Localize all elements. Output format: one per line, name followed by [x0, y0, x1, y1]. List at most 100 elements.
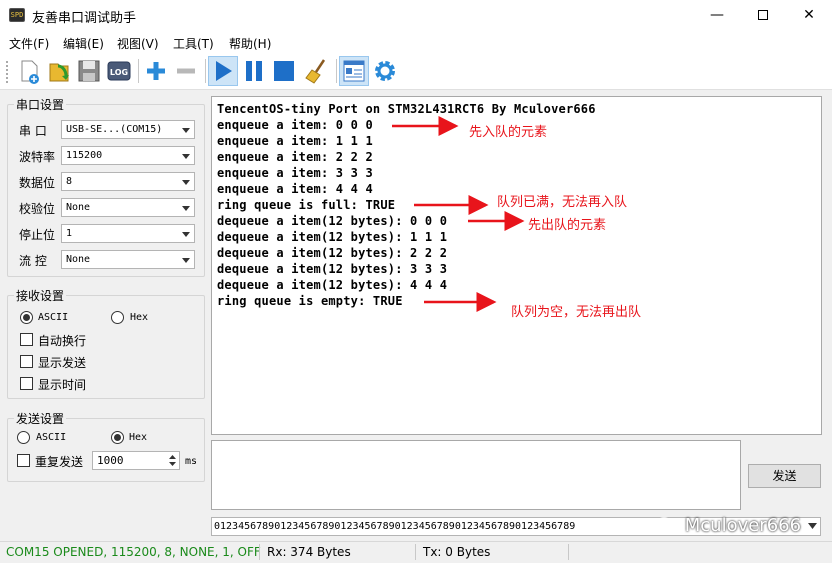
- play-icon: [216, 61, 232, 81]
- interval-value: 1000: [97, 454, 124, 467]
- send-settings-group: 发送设置: [7, 410, 205, 482]
- send-hex-label: Hex: [129, 432, 148, 443]
- send-button[interactable]: 发送: [748, 464, 821, 488]
- stopbits-label: 停止位: [19, 228, 56, 242]
- repeat-send-checkbox[interactable]: [17, 454, 30, 467]
- spin-arrows-icon[interactable]: [167, 453, 178, 468]
- clear-broom-icon: [305, 59, 326, 84]
- maximize-icon: [758, 10, 768, 20]
- send-settings-title: 发送设置: [14, 410, 67, 427]
- save-icon: [78, 60, 100, 82]
- send-ascii-radio[interactable]: [17, 431, 30, 444]
- port-select[interactable]: USB-SE...(COM15): [61, 120, 195, 139]
- app-icon: SPD: [9, 8, 25, 22]
- stopbits-select[interactable]: 1: [61, 224, 195, 243]
- toolbar-grip: [6, 61, 10, 83]
- menu-edit[interactable]: 编辑(E): [63, 35, 104, 52]
- pause-icon: [246, 61, 262, 81]
- annotation-text: 先出队的元素: [528, 218, 607, 233]
- chevron-down-icon: [178, 225, 194, 242]
- toolbar-separator: [138, 59, 139, 83]
- toolbar-separator: [336, 59, 337, 83]
- status-divider: [415, 544, 416, 560]
- parity-select[interactable]: None: [61, 198, 195, 217]
- menu-bar: 文件(F) 编辑(E) 视图(V) 工具(T) 帮助(H): [0, 31, 832, 53]
- flow-label: 流 控: [19, 254, 47, 268]
- port-status: COM15 OPENED, 115200, 8, NONE, 1, OFF: [6, 545, 261, 559]
- annotation-arrows: [392, 116, 525, 312]
- open-file-button[interactable]: [44, 56, 74, 86]
- watermark: Mculover666: [655, 515, 801, 536]
- close-button[interactable]: ✕: [786, 0, 832, 31]
- clear-button[interactable]: [302, 56, 332, 86]
- start-button[interactable]: [208, 56, 238, 86]
- menu-help[interactable]: 帮助(H): [229, 35, 271, 52]
- chevron-down-icon: [178, 251, 194, 268]
- databits-label: 数据位: [19, 176, 56, 190]
- new-file-button[interactable]: [14, 56, 44, 86]
- settings-button[interactable]: [370, 56, 400, 86]
- menu-file[interactable]: 文件(F): [9, 35, 49, 52]
- chevron-down-icon: [178, 147, 194, 164]
- show-time-checkbox[interactable]: [20, 377, 33, 390]
- watermark-text: Mculover666: [684, 515, 802, 536]
- rx-count: Rx: 374 Bytes: [267, 545, 351, 559]
- stop-icon: [274, 61, 294, 81]
- minimize-button[interactable]: —: [694, 0, 740, 31]
- new-file-icon: [21, 60, 39, 84]
- flow-select[interactable]: None: [61, 250, 195, 269]
- log-button[interactable]: LOG: [104, 56, 134, 86]
- show-send-checkbox[interactable]: [20, 355, 33, 368]
- repeat-send-label: 重复发送: [35, 455, 84, 469]
- annotation-text: 队列已满，无法再入队: [497, 195, 628, 210]
- pause-button[interactable]: [239, 56, 269, 86]
- chevron-down-icon: [178, 173, 194, 190]
- add-button[interactable]: [141, 56, 171, 86]
- status-bar: COM15 OPENED, 115200, 8, NONE, 1, OFF Rx…: [0, 541, 832, 563]
- port-value: USB-SE...(COM15): [66, 124, 163, 135]
- databits-select[interactable]: 8: [61, 172, 195, 191]
- log-icon: LOG: [107, 61, 131, 81]
- maximize-button[interactable]: [740, 0, 786, 31]
- menu-view[interactable]: 视图(V): [117, 35, 159, 52]
- receive-ascii-radio[interactable]: [20, 311, 33, 324]
- log-icon-label: LOG: [110, 68, 128, 77]
- parity-label: 校验位: [19, 202, 56, 216]
- receive-hex-radio[interactable]: [111, 311, 124, 324]
- save-button[interactable]: [74, 56, 104, 86]
- port-label: 串 口: [19, 124, 47, 138]
- receive-ascii-label: ASCII: [38, 312, 69, 323]
- stop-button[interactable]: [269, 56, 299, 86]
- receive-settings-group: 接收设置: [7, 287, 205, 399]
- annotation-text: 先入队的元素: [469, 125, 548, 140]
- interval-input[interactable]: 1000: [92, 451, 180, 470]
- send-textarea[interactable]: [211, 440, 741, 510]
- add-icon: [147, 62, 165, 80]
- auto-newline-label: 自动换行: [38, 334, 87, 348]
- window-layout-button[interactable]: [339, 56, 369, 86]
- title-bar: SPD 友善串口调试助手 — ✕: [0, 0, 832, 31]
- parity-value: None: [66, 202, 91, 213]
- receive-settings-title: 接收设置: [14, 287, 67, 304]
- tx-count: Tx: 0 Bytes: [423, 545, 491, 559]
- remove-button[interactable]: [171, 56, 201, 86]
- flow-value: None: [66, 254, 91, 265]
- status-divider: [568, 544, 569, 560]
- send-history-value: 0123456789012345678901234567890123456789…: [214, 521, 576, 532]
- databits-value: 8: [66, 176, 73, 187]
- chevron-down-icon: [178, 121, 194, 138]
- baud-value: 115200: [66, 150, 103, 161]
- auto-newline-checkbox[interactable]: [20, 333, 33, 346]
- wechat-icon: [655, 517, 679, 535]
- baud-label: 波特率: [19, 150, 56, 164]
- toolbar-separator: [205, 59, 206, 83]
- open-folder-icon: [49, 63, 69, 82]
- send-hex-radio[interactable]: [111, 431, 124, 444]
- settings-gear-icon: [375, 61, 395, 81]
- menu-tools[interactable]: 工具(T): [173, 35, 214, 52]
- toolbar: LOG: [0, 53, 832, 90]
- receive-textarea[interactable]: TencentOS-tiny Port on STM32L431RCT6 By …: [211, 96, 822, 435]
- show-send-label: 显示发送: [38, 356, 87, 370]
- stopbits-value: 1: [66, 228, 73, 239]
- baud-select[interactable]: 115200: [61, 146, 195, 165]
